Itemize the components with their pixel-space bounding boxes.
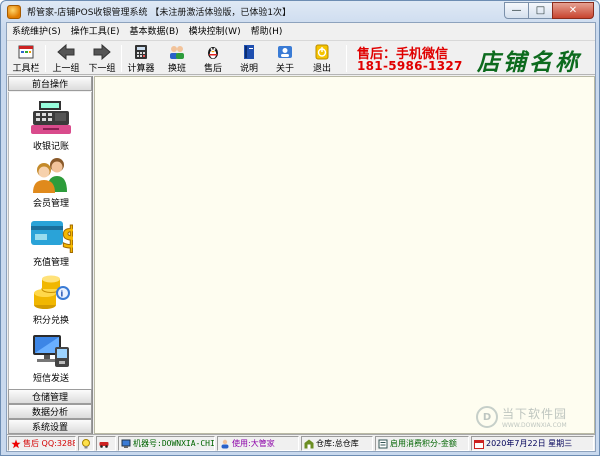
menu-module-control[interactable]: 模块控制(W) bbox=[184, 24, 246, 40]
cash-register-icon bbox=[31, 101, 71, 134]
app-window: 帮管家-店铺POS收银管理系统 【未注册激活体验版，已体验1次】 — □ ✕ 系… bbox=[0, 0, 600, 456]
title-bar[interactable]: 帮管家-店铺POS收银管理系统 【未注册激活体验版，已体验1次】 — □ ✕ bbox=[1, 1, 599, 22]
sidebar-item-points[interactable]: i 积分兑换 bbox=[9, 273, 93, 326]
watermark-text: 当下软件园 bbox=[502, 407, 568, 421]
menu-system-maintenance[interactable]: 系统维护(S) bbox=[7, 24, 66, 40]
sidebar-group-front-ops[interactable]: 前台操作 bbox=[8, 76, 92, 91]
shop-name: 店铺名称 bbox=[477, 49, 581, 76]
status-after-sales-text: 售后 QQ:3288 bbox=[23, 439, 76, 448]
status-tip[interactable] bbox=[78, 436, 94, 451]
window-controls: — □ ✕ bbox=[504, 2, 594, 19]
after-sales-phone: 181-5986-1327 bbox=[357, 59, 463, 73]
app-logo-icon bbox=[7, 4, 21, 19]
calculator-button[interactable]: 计算器 bbox=[124, 44, 158, 74]
book-icon bbox=[240, 44, 258, 60]
toolbar-icon bbox=[17, 44, 35, 60]
maximize-button[interactable]: □ bbox=[528, 2, 553, 19]
toolbar-separator bbox=[45, 45, 46, 72]
exit-label: 退出 bbox=[312, 64, 331, 74]
status-warehouse-text: 仓库:总仓库 bbox=[316, 439, 359, 448]
toolbar-toggle-button[interactable]: 工具栏 bbox=[9, 44, 43, 74]
sidebar-item-label: 收银记账 bbox=[32, 142, 69, 152]
toolbar-toggle-label: 工具栏 bbox=[12, 64, 40, 74]
sidebar-item-cashier[interactable]: 收银记账 bbox=[9, 99, 93, 152]
sidebar-item-label: 积分兑换 bbox=[32, 316, 69, 326]
toolbar-separator bbox=[121, 45, 122, 72]
status-after-sales-qq: 售后 QQ:3288 bbox=[8, 436, 76, 451]
computer-sms-icon bbox=[33, 335, 69, 367]
sidebar-item-label: 充值管理 bbox=[32, 258, 69, 268]
exit-button[interactable]: 退出 bbox=[305, 44, 339, 74]
menu-basic-data[interactable]: 基本数据(B) bbox=[124, 24, 183, 40]
status-date: 2020年7月22日 星期三 bbox=[471, 436, 594, 451]
instructions-label: 说明 bbox=[239, 64, 258, 74]
site-watermark: D 当下软件园 WWW.DOWNXIA.COM bbox=[476, 405, 567, 429]
calendar-icon bbox=[474, 439, 484, 449]
prev-group-label: 上一组 bbox=[52, 64, 80, 74]
status-machine-id: 机器号:DOWNXIA-CHI bbox=[118, 436, 215, 451]
after-sales-button[interactable]: 售后 bbox=[196, 44, 230, 74]
sidebar-item-label: 会员管理 bbox=[32, 199, 69, 209]
prev-group-button[interactable]: 上一组 bbox=[49, 44, 83, 74]
close-button[interactable]: ✕ bbox=[552, 2, 594, 19]
recharge-card-icon: $ bbox=[31, 221, 73, 253]
car-icon bbox=[99, 441, 109, 448]
sidebar-item-sms[interactable]: 短信发送 bbox=[9, 331, 93, 384]
status-delivery[interactable] bbox=[96, 436, 116, 451]
sidebar-group-data-analysis[interactable]: 数据分析 bbox=[8, 404, 92, 419]
svg-text:$: $ bbox=[61, 221, 73, 253]
calculator-label: 计算器 bbox=[127, 64, 155, 74]
exit-icon bbox=[313, 44, 331, 60]
user-icon bbox=[221, 439, 229, 448]
penguin-icon bbox=[204, 44, 222, 60]
sidebar-group-warehouse[interactable]: 仓储管理 bbox=[8, 389, 92, 404]
status-date-text: 2020年7月22日 星期三 bbox=[486, 439, 573, 448]
window-title: 帮管家-店铺POS收银管理系统 【未注册激活体验版，已体验1次】 bbox=[27, 8, 292, 18]
watermark-logo-icon: D bbox=[476, 406, 498, 428]
next-group-button[interactable]: 下一组 bbox=[85, 44, 119, 74]
client-area: 系统维护(S) 操作工具(E) 基本数据(B) 模块控制(W) 帮助(H) 工具… bbox=[6, 22, 596, 452]
status-machine-text: 机器号:DOWNXIA-CHI bbox=[133, 439, 215, 448]
status-warehouse: 仓库:总仓库 bbox=[301, 436, 373, 451]
bulb-icon bbox=[82, 438, 90, 448]
sidebar-item-members[interactable]: 会员管理 bbox=[9, 156, 93, 209]
minimize-button[interactable]: — bbox=[504, 2, 529, 19]
sidebar-item-label: 短信发送 bbox=[32, 374, 69, 384]
sidebar-panel: 收银记账 会员管理 $ 充值管理 i 积分兑换 短信发送 bbox=[8, 92, 92, 389]
main-work-area bbox=[94, 76, 595, 434]
warehouse-icon bbox=[304, 439, 314, 448]
status-bar: 售后 QQ:3288 机器号:DOWNXIA-CHI 使用:大管家 仓库:总仓库 bbox=[7, 434, 595, 451]
instructions-button[interactable]: 说明 bbox=[232, 44, 266, 74]
about-button[interactable]: 关于 bbox=[268, 44, 302, 74]
status-points-mode: 启用消费积分-金额 bbox=[375, 436, 469, 451]
sidebar-item-recharge[interactable]: $ 充值管理 bbox=[9, 215, 93, 268]
sidebar-group-system-settings[interactable]: 系统设置 bbox=[8, 419, 92, 434]
arrow-right-icon bbox=[93, 44, 111, 60]
after-sales-label: 售后 bbox=[203, 64, 222, 74]
star-icon bbox=[11, 439, 21, 448]
menu-tools[interactable]: 操作工具(E) bbox=[66, 24, 125, 40]
sidebar: 前台操作 收银记账 会员管理 $ 充值管理 i 积分兑换 短信发送 仓储管理 数… bbox=[7, 76, 93, 434]
coins-icon: i bbox=[34, 275, 70, 309]
toolbar-separator bbox=[346, 45, 347, 72]
watermark-url: WWW.DOWNXIA.COM bbox=[502, 422, 567, 429]
machine-icon bbox=[121, 439, 131, 448]
svg-text:i: i bbox=[61, 290, 64, 299]
members-icon bbox=[33, 158, 67, 193]
shift-change-label: 换班 bbox=[167, 64, 186, 74]
next-group-label: 下一组 bbox=[88, 64, 116, 74]
points-icon bbox=[378, 439, 388, 448]
status-points-text: 启用消费积分-金额 bbox=[390, 439, 457, 448]
status-user-text: 使用:大管家 bbox=[232, 439, 275, 448]
about-label: 关于 bbox=[275, 64, 294, 74]
shift-icon bbox=[168, 44, 186, 60]
shift-change-button[interactable]: 换班 bbox=[160, 44, 194, 74]
status-current-user: 使用:大管家 bbox=[217, 436, 299, 451]
menu-help[interactable]: 帮助(H) bbox=[246, 24, 288, 40]
user-card-icon bbox=[276, 44, 294, 60]
menu-bar: 系统维护(S) 操作工具(E) 基本数据(B) 模块控制(W) 帮助(H) bbox=[7, 23, 595, 41]
arrow-left-icon bbox=[57, 44, 75, 60]
calculator-icon bbox=[132, 44, 150, 60]
